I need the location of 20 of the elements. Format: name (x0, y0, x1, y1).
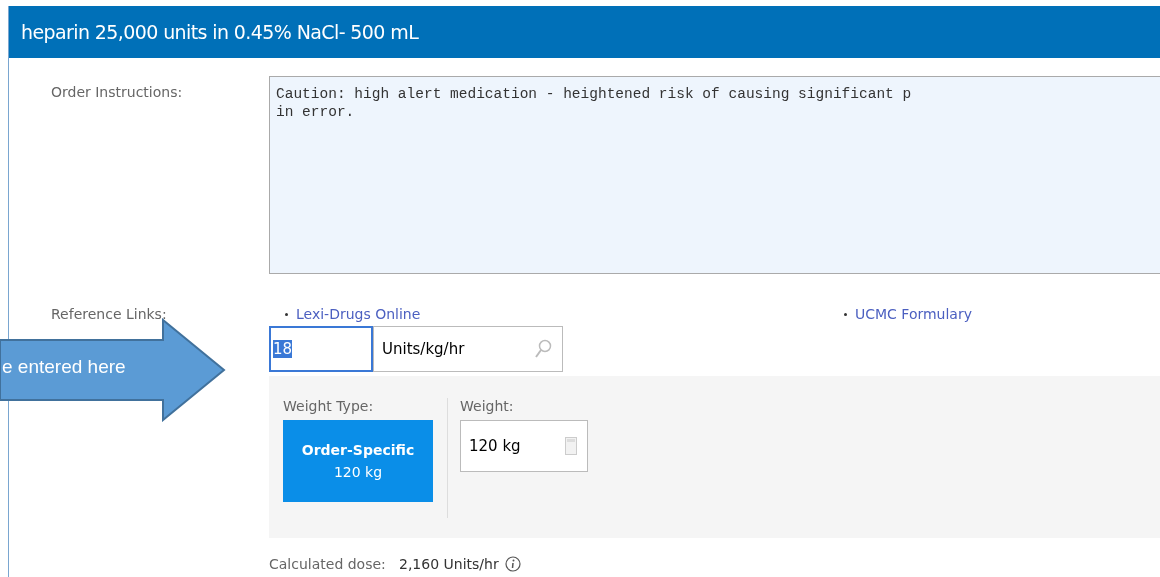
calculated-dose-value: 2,160 Units/hr (399, 556, 499, 572)
info-icon[interactable] (504, 556, 521, 572)
bullet-icon (285, 312, 288, 316)
bullet-icon (844, 312, 847, 316)
dose-input[interactable]: 18 (269, 326, 373, 372)
callout-text: e entered here (2, 356, 126, 378)
window-title: heparin 25,000 units in 0.45% NaCl- 500 mL (9, 6, 1160, 58)
calculator-icon (565, 437, 577, 455)
search-icon (534, 339, 552, 359)
field-label: Weight: (460, 398, 515, 414)
field-label: Order Instructions: (50, 83, 184, 100)
reference-link[interactable]: Lexi-Drugs Online (296, 306, 421, 322)
reference-link[interactable]: UCMC Formulary (855, 306, 972, 322)
weight-type-button[interactable]: Order-Specific 120 kg (283, 420, 433, 502)
unit-field[interactable]: Units/kg/hr (373, 326, 563, 372)
field-label: Reference Links: (50, 306, 168, 322)
field-label: Weight Type: (283, 398, 375, 414)
field-label: Calculated dose: (269, 556, 387, 572)
weight-field[interactable]: 120 kg (460, 420, 588, 472)
instructions-text-area[interactable]: Caution: high alert medication - heightened risk of causing significant p in error. (269, 76, 1160, 274)
